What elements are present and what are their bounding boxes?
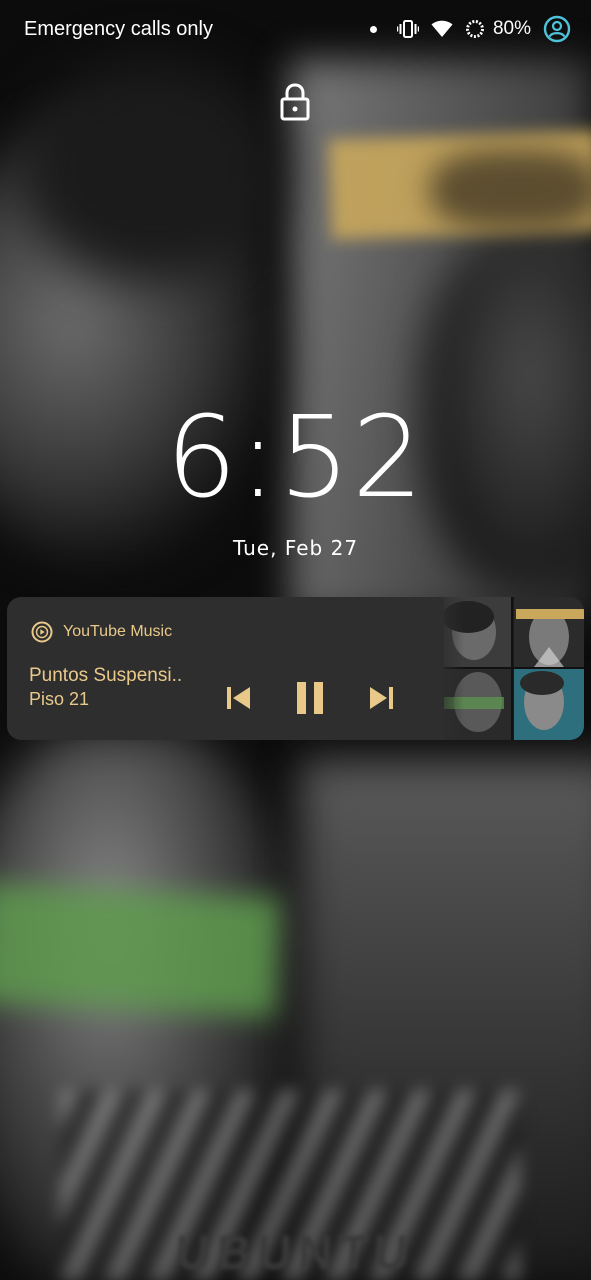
wallpaper-yellow-shadow <box>430 150 591 230</box>
carrier-text: Emergency calls only <box>24 18 213 40</box>
media-app-row: YouTube Music <box>31 621 172 643</box>
wifi-icon <box>431 20 453 38</box>
pause-button[interactable] <box>293 681 327 715</box>
wallpaper-bottom-text: UBUNTU <box>176 1227 415 1280</box>
vibrate-icon <box>396 19 419 39</box>
status-icons: 80% <box>369 14 571 44</box>
media-track-artist: Piso 21 <box>29 689 90 709</box>
media-track-title: Puntos Suspensi.. <box>29 665 183 686</box>
battery-percent: 80% <box>492 18 531 39</box>
lockscreen-clock: 6:52 <box>165 393 426 523</box>
media-app-name: YouTube Music <box>63 623 173 640</box>
next-button[interactable] <box>365 681 399 715</box>
notification-dot-icon <box>369 25 377 33</box>
pause-icon <box>297 682 323 714</box>
status-bar: Emergency calls only 80% <box>0 0 591 60</box>
battery-saver-icon <box>465 19 485 39</box>
album-art-fade <box>434 597 464 740</box>
album-art <box>442 597 584 740</box>
previous-icon <box>227 687 250 709</box>
wallpaper-hair-left <box>20 60 280 280</box>
next-icon <box>370 687 393 709</box>
lock-icon <box>279 82 311 122</box>
wallpaper-green-stripe <box>0 882 283 1018</box>
media-notification[interactable]: YouTube Music Puntos Suspensi.. Piso 21 <box>7 597 584 740</box>
account-icon[interactable] <box>543 15 571 43</box>
youtube-music-icon <box>31 621 53 643</box>
lockscreen-date: Tue, Feb 27 <box>232 536 359 560</box>
previous-button[interactable] <box>221 681 255 715</box>
